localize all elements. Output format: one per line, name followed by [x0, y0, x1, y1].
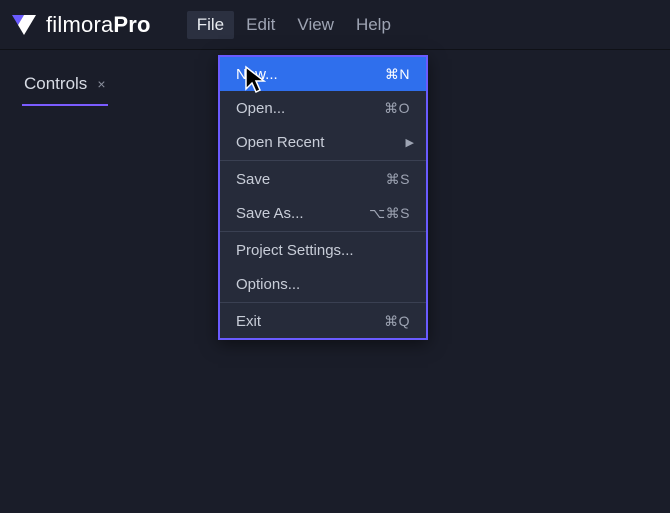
menu-help[interactable]: Help [346, 11, 401, 39]
file-menu-dropdown: New...⌘NOpen...⌘OOpen Recent▶Save⌘SSave … [218, 55, 428, 340]
menu-item-label: Exit [236, 313, 261, 330]
tab-controls-label: Controls [24, 74, 87, 94]
menu-items: File Edit View Help [187, 11, 401, 39]
menu-item-label: Save As... [236, 205, 304, 222]
menu-view[interactable]: View [287, 11, 344, 39]
file-menu-item-open[interactable]: Open... ⌘O [220, 91, 426, 125]
file-menu-item-options[interactable]: Options... [220, 267, 426, 301]
file-menu-item-save[interactable]: Save ⌘S [220, 162, 426, 196]
menu-item-label: Project Settings... [236, 242, 354, 259]
menu-item-label: New... [236, 66, 278, 83]
menu-item-label: Open... [236, 100, 285, 117]
chevron-right-icon: ▶ [406, 136, 414, 149]
menu-edit[interactable]: Edit [236, 11, 285, 39]
app-logo-text: filmoraPro [46, 12, 151, 38]
menu-file[interactable]: File [187, 11, 234, 39]
file-menu-item-exit[interactable]: Exit ⌘Q [220, 304, 426, 338]
file-menu-item-open-recent[interactable]: Open Recent ▶ [220, 125, 426, 159]
menu-item-shortcut: ⌘N [385, 66, 410, 83]
file-menu-item-save-as[interactable]: Save As... ⌥⌘S [220, 196, 426, 230]
menu-item-label: Open Recent [236, 134, 324, 151]
menu-item-label: Save [236, 171, 270, 188]
menu-separator [220, 231, 426, 232]
menubar: filmoraPro File Edit View Help [0, 0, 670, 50]
menu-item-shortcut: ⌥⌘S [369, 205, 410, 222]
menu-item-label: Options... [236, 276, 300, 293]
menu-separator [220, 302, 426, 303]
menu-item-shortcut: ⌘O [384, 100, 410, 117]
menu-item-shortcut: ⌘S [386, 171, 410, 188]
app-logo: filmoraPro [10, 11, 151, 39]
menu-separator [220, 160, 426, 161]
tab-controls[interactable]: Controls × [22, 68, 108, 106]
menu-item-shortcut: ⌘Q [384, 313, 410, 330]
close-icon[interactable]: × [97, 76, 105, 92]
file-menu-item-new[interactable]: New... ⌘N [220, 57, 426, 91]
file-menu-item-project-settings[interactable]: Project Settings... [220, 233, 426, 267]
filmora-logo-icon [10, 11, 38, 39]
